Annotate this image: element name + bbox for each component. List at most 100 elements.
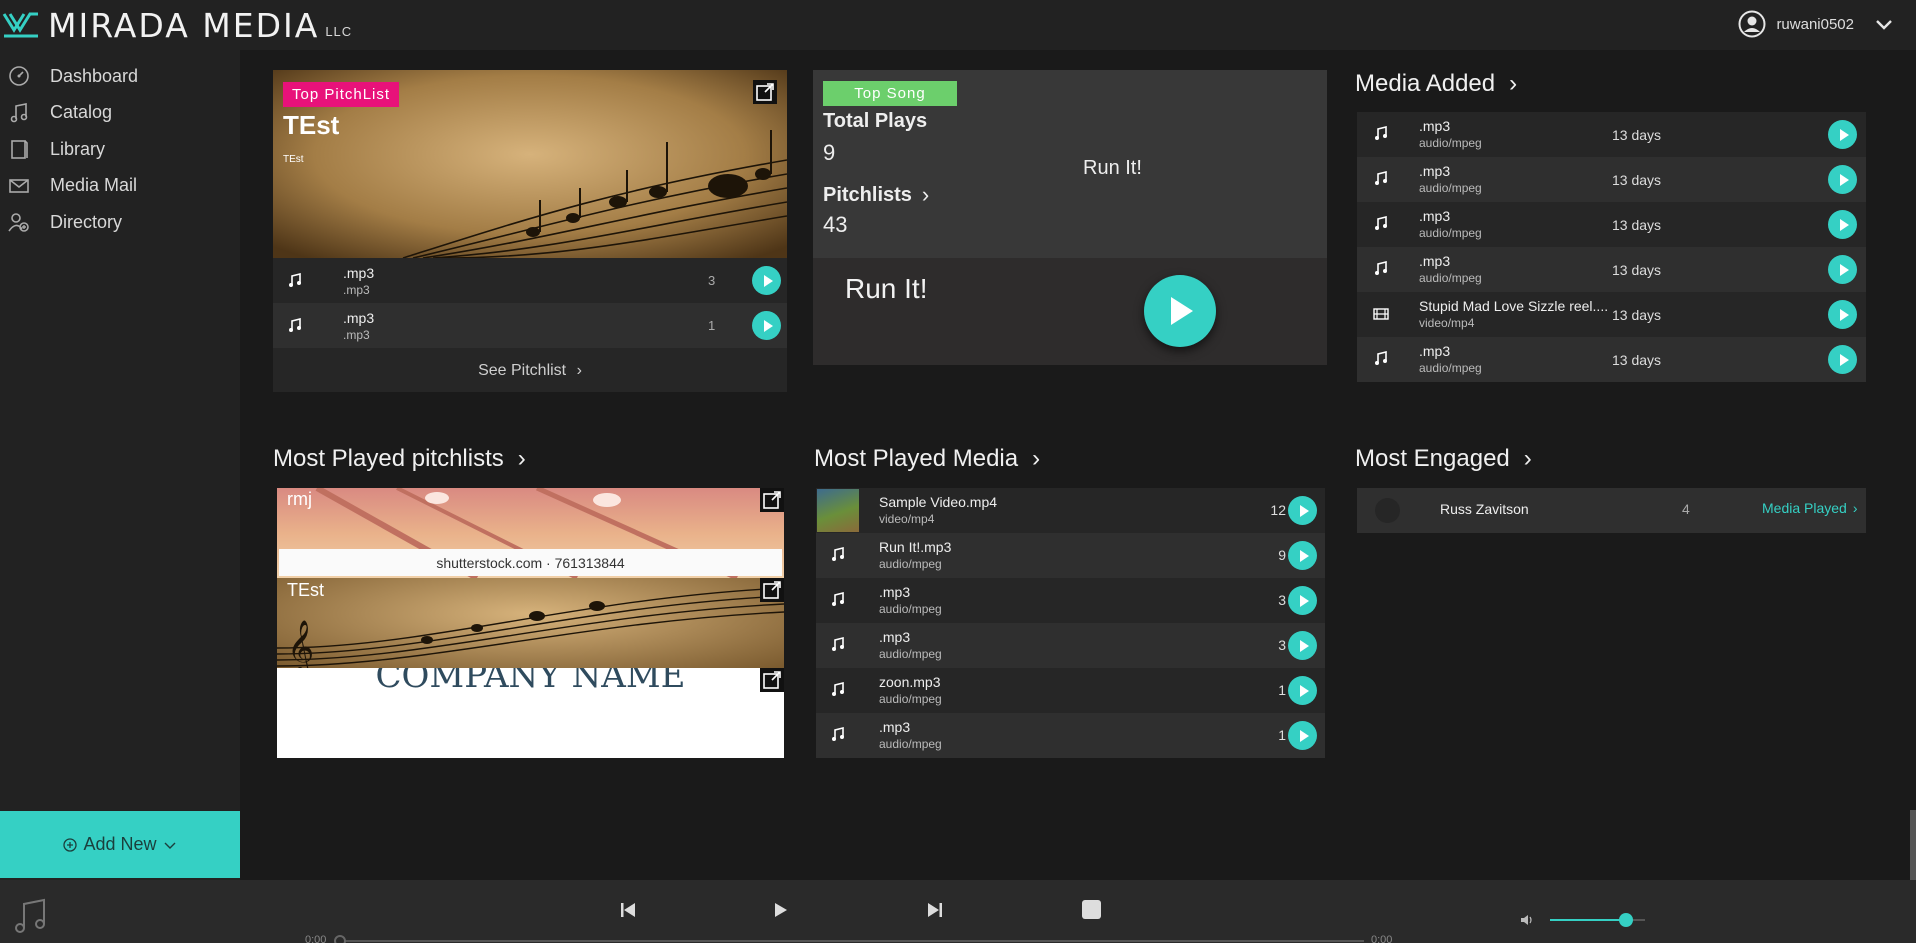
top-song-badge: Top Song — [823, 81, 957, 106]
see-pitchlist-label: See Pitchlist — [478, 362, 567, 379]
logo[interactable]: MIRADA MEDIA LLC — [2, 6, 352, 45]
music-note-icon — [289, 272, 301, 287]
skip-previous-icon[interactable] — [618, 900, 638, 920]
top-song-card: Top Song Total Plays 9 Pitchlists › 43 R… — [813, 70, 1327, 365]
play-button[interactable] — [1288, 721, 1317, 750]
progress-knob[interactable] — [334, 935, 346, 943]
list-item[interactable]: Sample Video.mp4 video/mp4 12 — [816, 488, 1325, 533]
list-item[interactable]: .mp3 .mp3 1 — [273, 303, 787, 348]
volume-slider[interactable] — [1550, 913, 1645, 927]
play-button[interactable] — [1828, 300, 1857, 329]
directory-icon — [8, 213, 29, 233]
play-button[interactable] — [1828, 165, 1857, 194]
media-name: Run It!.mp3 — [879, 539, 952, 555]
list-item[interactable]: .mp3 audio/mpeg 3 — [816, 578, 1325, 623]
media-name: Sample Video.mp4 — [879, 494, 998, 510]
sidebar-item-library[interactable]: Library — [0, 131, 240, 168]
media-added-list: .mp3 audio/mpeg 13 days .mp3 audio/mpeg 13 da… — [1357, 112, 1866, 382]
time-end: 0:00 — [1371, 934, 1393, 943]
pitchlist-title: TEst — [283, 110, 340, 140]
external-link-icon[interactable] — [753, 80, 777, 104]
external-link-icon[interactable] — [760, 578, 784, 602]
sidebar-item-dashboard[interactable]: Dashboard — [0, 58, 240, 95]
play-button[interactable] — [1828, 210, 1857, 239]
media-name: .mp3 — [1419, 253, 1451, 269]
play-button[interactable] — [1288, 586, 1317, 615]
media-name: .mp3 — [343, 265, 375, 281]
most-played-media-list: Sample Video.mp4 video/mp4 12 Run It!.mp3 au… — [816, 488, 1325, 758]
sidebar-item-catalog[interactable]: Catalog — [0, 95, 240, 132]
pitchlists-link[interactable]: Pitchlists › — [823, 182, 929, 208]
music-note-icon — [15, 898, 45, 933]
play-large-button[interactable] — [1144, 275, 1216, 347]
media-name: .mp3 — [1419, 343, 1451, 359]
play-button[interactable] — [1828, 345, 1857, 374]
main-content: Top PitchList TEst TEst .mp3 .mp3 3 .mp3… — [240, 50, 1916, 930]
skip-next-icon[interactable] — [925, 900, 945, 920]
play-button[interactable] — [1288, 631, 1317, 660]
list-item[interactable]: .mp3 audio/mpeg 13 days — [1357, 337, 1866, 382]
media-name: .mp3 — [1419, 208, 1451, 224]
music-note-icon — [1375, 260, 1387, 275]
music-note-icon — [832, 546, 844, 561]
play-button[interactable] — [752, 266, 781, 295]
most-engaged-title[interactable]: Most Engaged › — [1355, 445, 1532, 473]
pitchlist-thumb-rmj[interactable]: rmj shutterstock.com · 761313844 — [277, 488, 784, 581]
play-button[interactable] — [1288, 541, 1317, 570]
list-item[interactable]: .mp3 .mp3 3 — [273, 258, 787, 303]
list-item[interactable]: .mp3 audio/mpeg 13 days — [1357, 157, 1866, 202]
song-player-panel: Run It! — [813, 258, 1327, 365]
sidebar-item-label: Dashboard — [50, 65, 139, 86]
list-item[interactable]: .mp3 audio/mpeg 13 days — [1357, 202, 1866, 247]
pitchlist-thumb-company[interactable]: COMPANY NAME — [277, 668, 784, 758]
list-item[interactable]: Stupid Mad Love Sizzle reel.... video/mp4… — [1357, 292, 1866, 337]
list-item[interactable]: Russ Zavitson 4 Media Played › — [1357, 488, 1866, 533]
sidebar-item-media-mail[interactable]: Media Mail — [0, 168, 240, 205]
media-type: video/mp4 — [879, 512, 935, 526]
pitchlist-banner[interactable]: Top PitchList TEst TEst — [273, 70, 787, 258]
play-count: 3 — [708, 273, 716, 288]
media-type: audio/mpeg — [1419, 226, 1482, 240]
most-played-pitchlists-title[interactable]: Most Played pitchlists › — [273, 445, 526, 473]
logo-mark-icon — [2, 12, 38, 38]
video-thumbnail — [817, 489, 859, 532]
list-item[interactable]: Run It!.mp3 audio/mpeg 9 — [816, 533, 1325, 578]
stop-button[interactable] — [1082, 900, 1101, 919]
volume-knob[interactable] — [1619, 913, 1633, 927]
time-start: 0:00 — [305, 934, 327, 943]
pitchlists-value: 43 — [823, 212, 848, 237]
media-type: audio/mpeg — [879, 602, 942, 616]
play-button[interactable] — [752, 311, 781, 340]
play-button[interactable] — [1288, 676, 1317, 705]
play-button[interactable] — [1828, 255, 1857, 284]
list-item[interactable]: .mp3 audio/mpeg 13 days — [1357, 247, 1866, 292]
list-item[interactable]: .mp3 audio/mpeg 3 — [816, 623, 1325, 668]
external-link-icon[interactable] — [760, 668, 784, 692]
list-item[interactable]: .mp3 audio/mpeg 13 days — [1357, 112, 1866, 157]
library-icon — [11, 140, 28, 160]
play-button[interactable] — [1288, 496, 1317, 525]
list-item[interactable]: .mp3 audio/mpeg 1 — [816, 713, 1325, 758]
list-item[interactable]: zoon.mp3 audio/mpeg 1 — [816, 668, 1325, 713]
user-menu[interactable]: ruwani0502 — [1738, 10, 1894, 38]
external-link-icon[interactable] — [760, 488, 784, 512]
chevron-down-icon[interactable] — [1874, 14, 1894, 34]
pitchlist-thumb-test[interactable]: 𝄞 TEst — [277, 578, 784, 675]
see-pitchlist-link[interactable]: See Pitchlist › — [273, 362, 787, 380]
most-engaged-list: Russ Zavitson 4 Media Played › — [1357, 488, 1866, 533]
top-pitchlist-card: Top PitchList TEst TEst .mp3 .mp3 3 .mp3… — [273, 70, 787, 392]
media-played-link[interactable]: Media Played › — [1762, 500, 1858, 516]
play-button[interactable] — [1828, 120, 1857, 149]
progress-bar[interactable] — [334, 935, 1364, 943]
media-name: .mp3 — [1419, 118, 1451, 134]
play-icon[interactable] — [770, 900, 790, 920]
media-added-title[interactable]: Media Added › — [1355, 70, 1517, 98]
song-title: Run It! — [845, 273, 928, 304]
sidebar-item-directory[interactable]: Directory — [0, 204, 240, 241]
dashboard-icon — [9, 66, 29, 87]
add-new-button[interactable]: Add New — [0, 811, 240, 878]
brand-name: MIRADA MEDIA — [48, 5, 320, 45]
most-played-media-title[interactable]: Most Played Media › — [814, 445, 1040, 473]
volume-icon[interactable] — [1520, 913, 1534, 927]
media-name: .mp3 — [879, 629, 911, 645]
